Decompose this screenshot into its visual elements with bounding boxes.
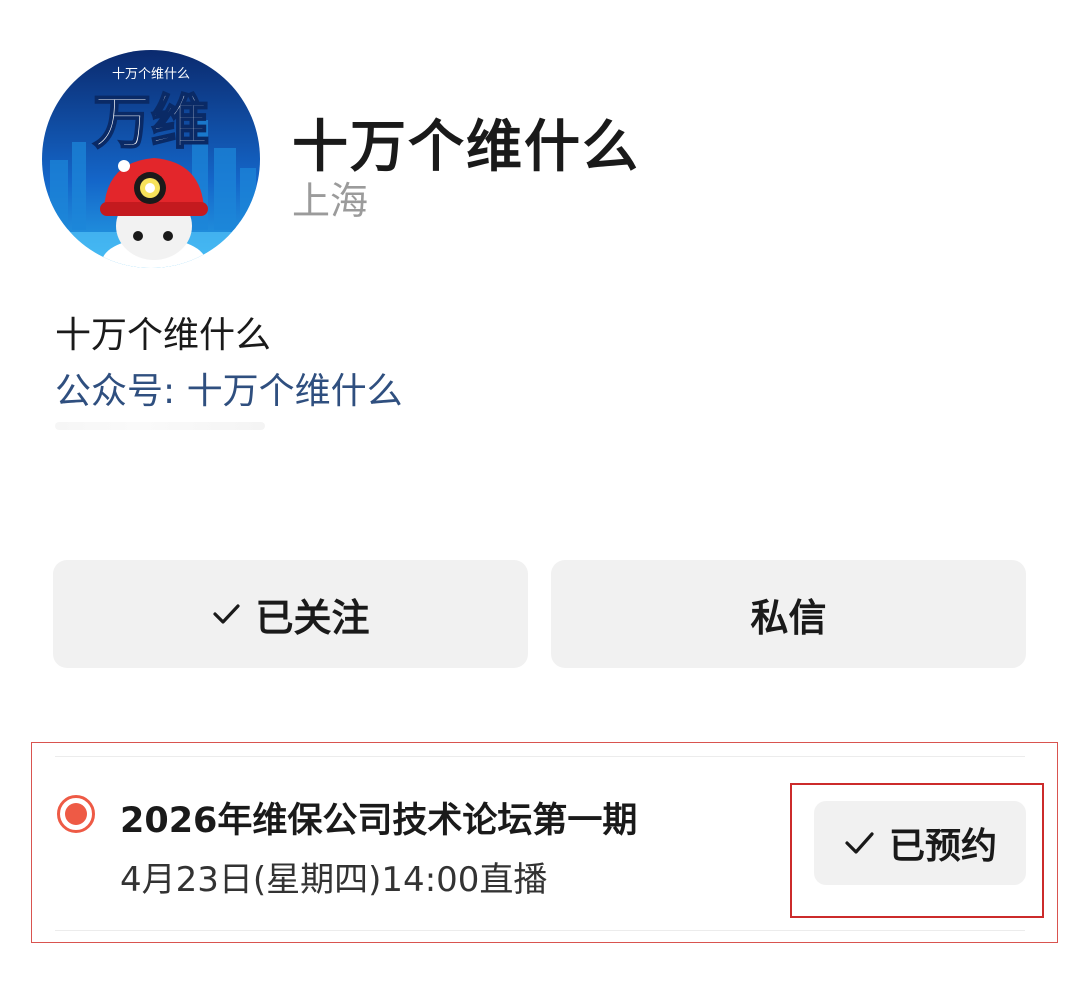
divider [55,756,1025,757]
mascot-figure [100,158,208,268]
official-account-link[interactable]: 公众号: 十万个维什么 [55,362,403,414]
reserved-button[interactable]: 已预约 [814,801,1026,885]
live-time: 4月23日(星期四)14:00直播 [120,860,548,900]
live-record-dot-icon [57,795,95,833]
check-icon [845,832,874,854]
check-icon [213,604,241,624]
divider [55,930,1025,931]
reserved-button-label: 已预约 [888,826,997,867]
live-title[interactable]: 2026年维保公司技术论坛第一期 [120,792,637,843]
avatar[interactable]: 十万个维什么 万维 [42,50,260,268]
private-message-label: 私信 [750,595,827,640]
account-profile-page: 十万个维什么 万维 十万个维什么 上海 十万个维什么 公众号: 十万个维什么 已… [0,0,1080,996]
private-message-button[interactable]: 私信 [551,560,1026,668]
followed-button[interactable]: 已关注 [53,560,528,668]
profile-location: 上海 [292,179,369,223]
followed-button-label: 已关注 [255,595,370,640]
profile-bio: 十万个维什么 [55,315,272,356]
avatar-big-text: 万维 [93,88,209,156]
faint-divider [55,422,265,430]
cartoon-mascot-avatar-icon: 十万个维什么 万维 [42,50,260,268]
avatar-caption: 十万个维什么 [112,67,190,82]
